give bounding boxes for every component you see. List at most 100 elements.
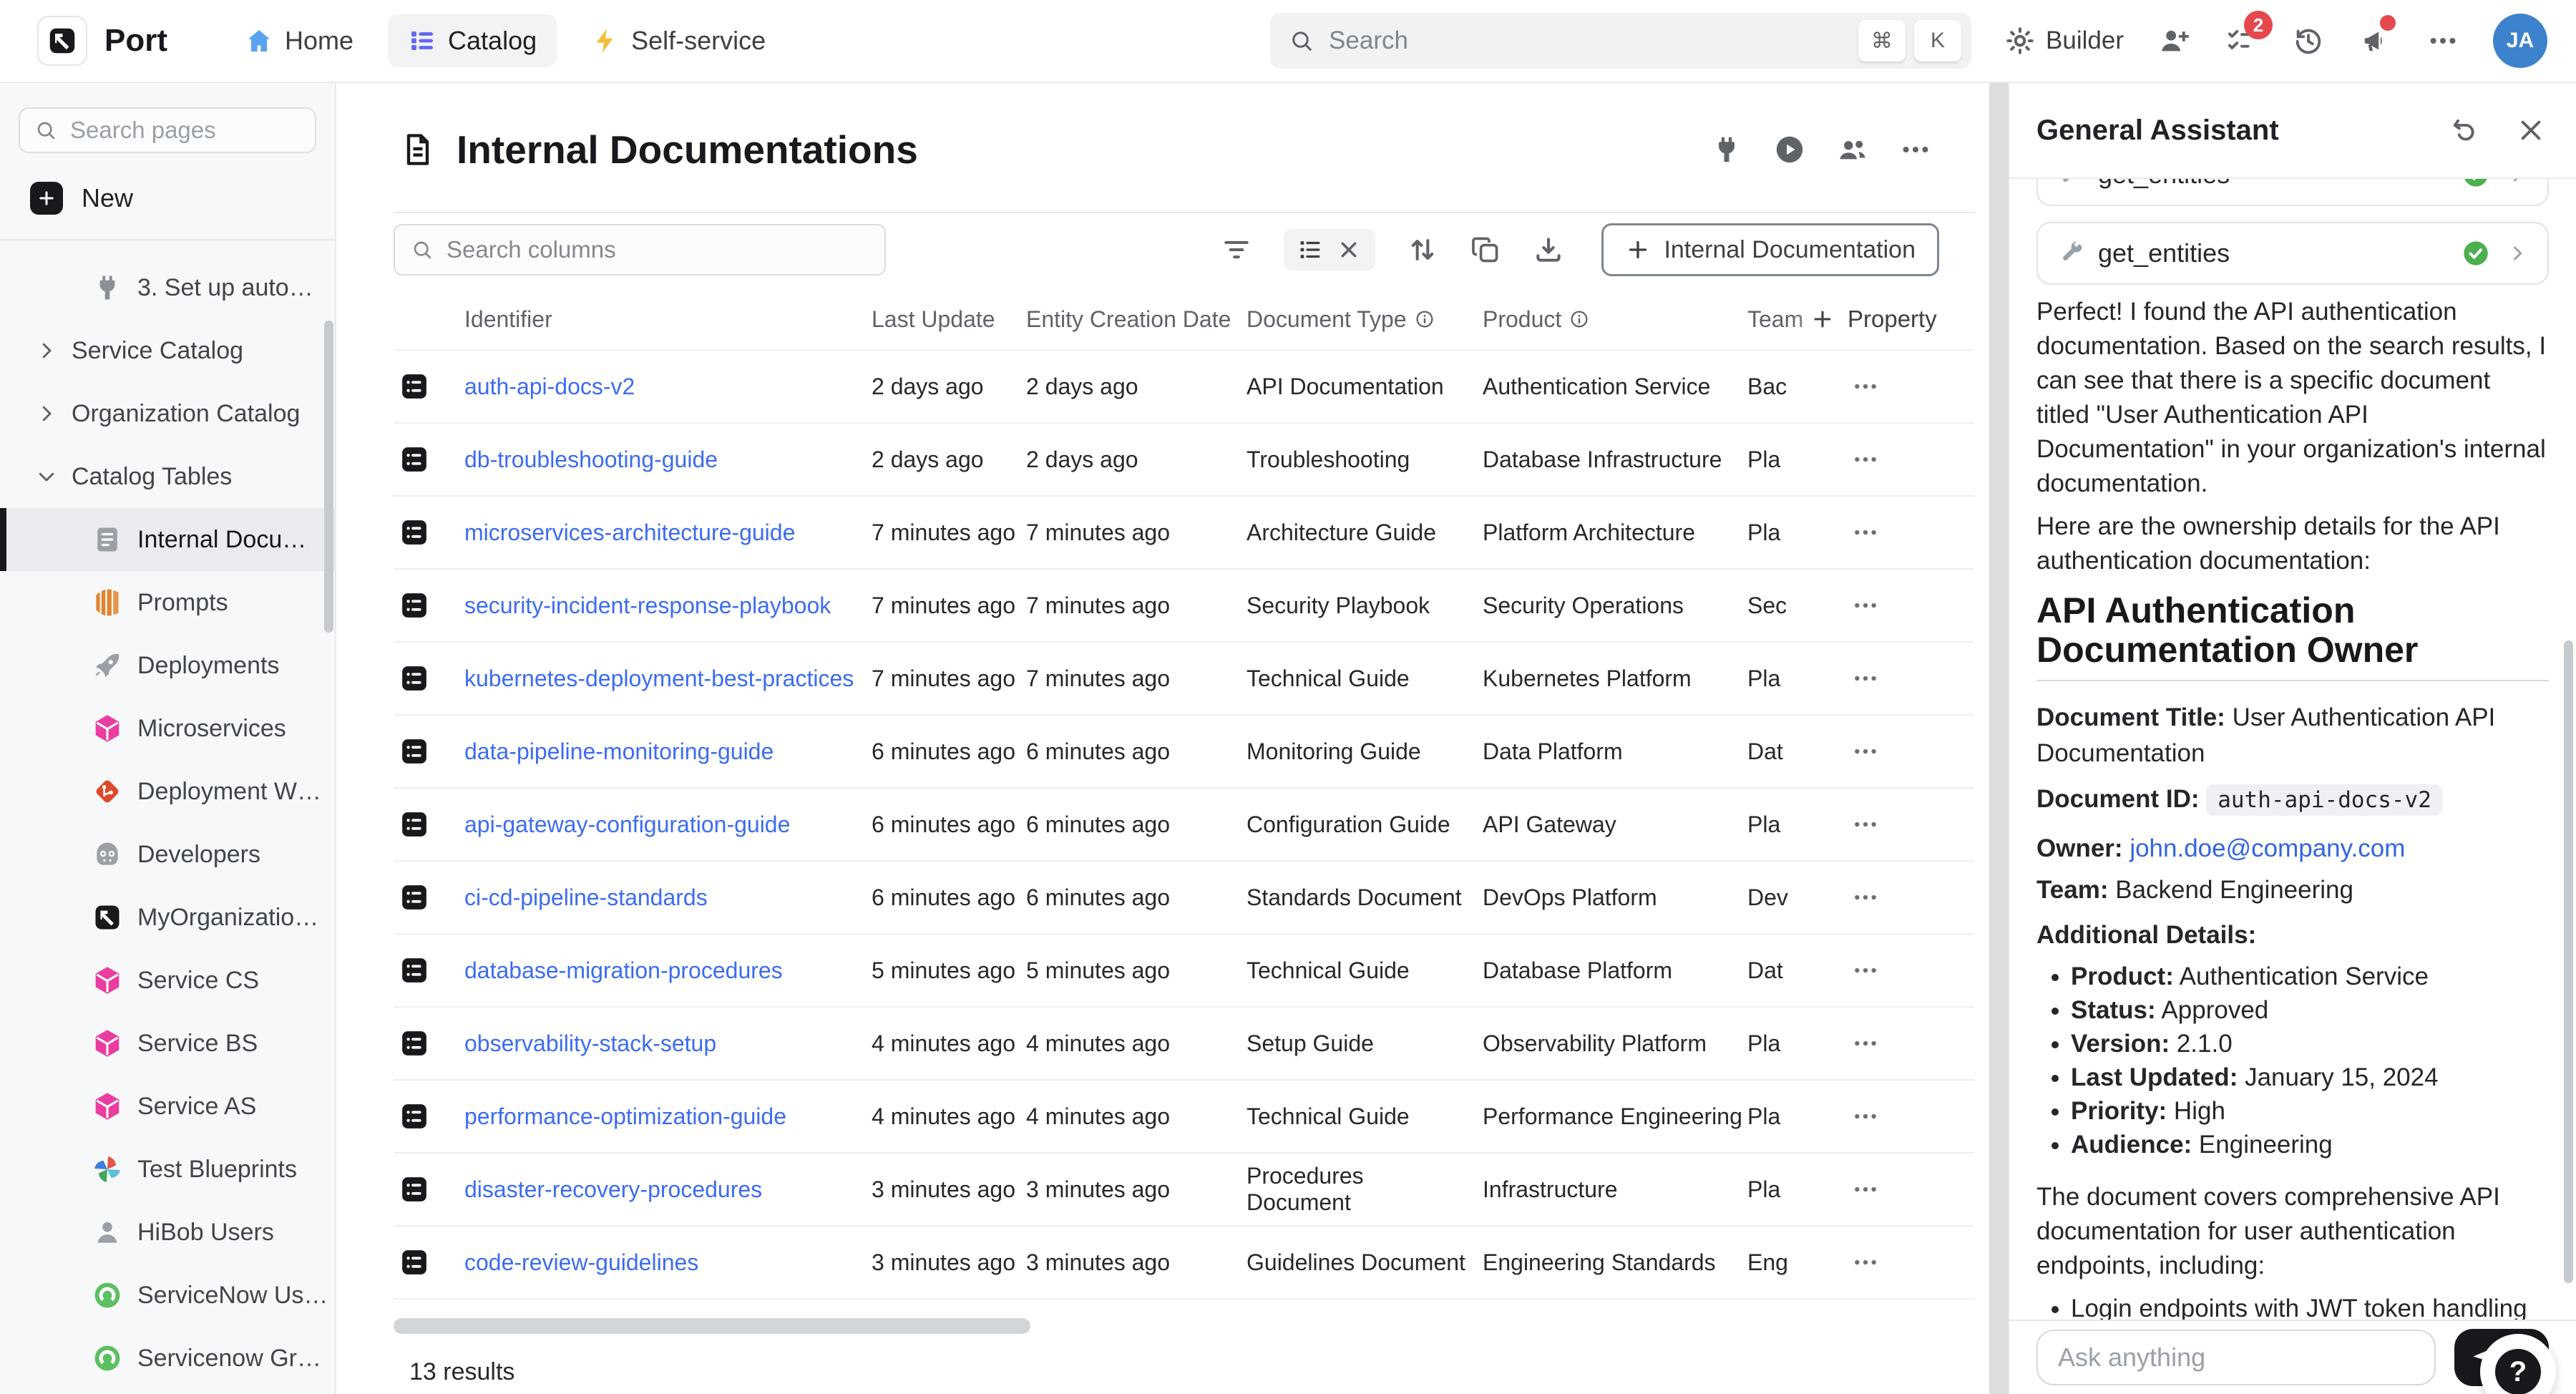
close-icon[interactable] bbox=[2516, 115, 2546, 145]
add-property-button[interactable]: Property bbox=[1810, 306, 1937, 333]
chevron-right-icon[interactable] bbox=[36, 403, 57, 424]
people-icon[interactable] bbox=[1836, 133, 1869, 166]
row-actions-button[interactable] bbox=[1851, 591, 1880, 620]
row-actions-button[interactable] bbox=[1851, 445, 1880, 474]
sidebar-item-deployments[interactable]: Deployments bbox=[0, 634, 335, 697]
filter-icon[interactable] bbox=[1221, 234, 1252, 265]
sidebar-item-servicenow-us-[interactable]: ServiceNow Us… bbox=[0, 1264, 335, 1327]
info-icon[interactable] bbox=[1414, 308, 1435, 330]
search-columns-input[interactable] bbox=[445, 235, 869, 264]
play-circle-icon[interactable] bbox=[1773, 133, 1806, 166]
view-mode-pill[interactable] bbox=[1284, 229, 1375, 270]
global-search[interactable]: ⌘ K bbox=[1270, 13, 1971, 69]
sidebar-item-internal-docu-[interactable]: Internal Docu… bbox=[0, 508, 335, 571]
sidebar-item-service-catalog[interactable]: Service Catalog bbox=[0, 319, 335, 382]
assistant-paragraph: Perfect! I found the API authentication … bbox=[2036, 295, 2549, 501]
sidebar-item-catalog-tables[interactable]: Catalog Tables bbox=[0, 445, 335, 508]
entity-link[interactable]: api-gateway-configuration-guide bbox=[449, 811, 872, 838]
sidebar-item-hibob-users[interactable]: HiBob Users bbox=[0, 1201, 335, 1264]
sidebar-item-service-as[interactable]: Service AS bbox=[0, 1075, 335, 1138]
entity-link[interactable]: performance-optimization-guide bbox=[449, 1103, 872, 1130]
horizontal-scrollbar[interactable] bbox=[394, 1318, 1030, 1334]
owner-email-link[interactable]: john.doe@company.com bbox=[2129, 834, 2405, 862]
more-icon[interactable] bbox=[1899, 133, 1932, 166]
row-actions-button[interactable] bbox=[1851, 956, 1880, 985]
column-header[interactable]: Product bbox=[1473, 306, 1736, 333]
column-header[interactable]: Last Update bbox=[872, 306, 1026, 333]
assistant-scrollbar[interactable] bbox=[2564, 640, 2573, 1283]
more-button[interactable] bbox=[2426, 24, 2460, 58]
sidebar-item-prompts[interactable]: Prompts bbox=[0, 571, 335, 634]
sidebar-search[interactable] bbox=[19, 107, 316, 153]
chevron-right-icon[interactable] bbox=[2507, 179, 2527, 185]
tasks-button[interactable]: 2 bbox=[2224, 24, 2258, 58]
entity-doc-icon bbox=[394, 808, 449, 841]
row-actions-button[interactable] bbox=[1851, 1102, 1880, 1131]
download-icon[interactable] bbox=[1533, 234, 1564, 265]
entity-link[interactable]: auth-api-docs-v2 bbox=[449, 374, 872, 400]
column-header[interactable]: Identifier bbox=[449, 306, 872, 333]
entity-link[interactable]: code-review-guidelines bbox=[449, 1249, 872, 1276]
entity-link[interactable]: database-migration-procedures bbox=[449, 957, 872, 984]
global-search-input[interactable] bbox=[1327, 26, 1850, 56]
sidebar-search-input[interactable] bbox=[69, 116, 301, 145]
entity-link[interactable]: microservices-architecture-guide bbox=[449, 520, 872, 546]
add-entity-button[interactable]: Internal Documentation bbox=[1601, 223, 1939, 276]
tool-call-card[interactable]: get_entities bbox=[2036, 222, 2549, 285]
sidebar-item-service-cs[interactable]: Service CS bbox=[0, 949, 335, 1012]
row-actions-button[interactable] bbox=[1851, 1175, 1880, 1204]
sidebar-item-deployment-w-[interactable]: Deployment W… bbox=[0, 760, 335, 823]
sidebar-item-myorganizatio-[interactable]: MyOrganizatio… bbox=[0, 886, 335, 949]
clear-view-icon[interactable] bbox=[1335, 236, 1362, 263]
entity-link[interactable]: db-troubleshooting-guide bbox=[449, 447, 872, 473]
ask-input[interactable] bbox=[2036, 1330, 2436, 1385]
sidebar-item-microservices[interactable]: Microservices bbox=[0, 697, 335, 760]
sidebar-item-developers[interactable]: Developers bbox=[0, 823, 335, 886]
entity-link[interactable]: ci-cd-pipeline-standards bbox=[449, 884, 872, 911]
tool-call-card[interactable]: get_entities bbox=[2036, 179, 2549, 206]
new-page-button[interactable]: New bbox=[30, 182, 316, 215]
entity-link[interactable]: data-pipeline-monitoring-guide bbox=[449, 739, 872, 765]
column-header[interactable]: Document Type bbox=[1246, 306, 1473, 333]
entity-link[interactable]: kubernetes-deployment-best-practices bbox=[449, 666, 872, 692]
row-actions-button[interactable] bbox=[1851, 518, 1880, 547]
reset-icon[interactable] bbox=[2449, 115, 2479, 145]
sidebar-item-test-blueprints[interactable]: Test Blueprints bbox=[0, 1138, 335, 1201]
row-actions-button[interactable] bbox=[1851, 737, 1880, 766]
announcements-button[interactable] bbox=[2358, 24, 2393, 58]
sort-icon[interactable] bbox=[1407, 234, 1438, 265]
invite-users-button[interactable] bbox=[2157, 24, 2191, 58]
entity-link[interactable]: observability-stack-setup bbox=[449, 1030, 872, 1057]
sidebar-item-service-bs[interactable]: Service BS bbox=[0, 1012, 335, 1075]
info-icon[interactable] bbox=[1568, 308, 1590, 330]
column-header[interactable]: Entity Creation Date bbox=[1026, 306, 1246, 333]
plug-icon[interactable] bbox=[1710, 133, 1743, 166]
row-actions-button[interactable] bbox=[1851, 883, 1880, 912]
sidebar-scrollbar[interactable] bbox=[324, 321, 333, 633]
row-actions-button[interactable] bbox=[1851, 372, 1880, 401]
sidebar-item-servicenow-gr-[interactable]: Servicenow Gr… bbox=[0, 1327, 335, 1390]
nav-item-self-service[interactable]: Self-service bbox=[571, 14, 786, 67]
chevron-down-icon[interactable] bbox=[36, 466, 57, 487]
chevron-right-icon[interactable] bbox=[36, 340, 57, 361]
table-cell: 6 minutes ago bbox=[1026, 739, 1246, 765]
toolbar-actions: Internal Documentation bbox=[1221, 223, 1939, 276]
chevron-right-icon[interactable] bbox=[2507, 243, 2527, 263]
row-actions-button[interactable] bbox=[1851, 664, 1880, 693]
row-actions-button[interactable] bbox=[1851, 810, 1880, 839]
row-actions-button[interactable] bbox=[1851, 1029, 1880, 1058]
builder-button[interactable]: Builder bbox=[2004, 25, 2124, 57]
brand[interactable]: Port bbox=[37, 16, 167, 66]
sidebar-item-3-set-up-auto-[interactable]: 3. Set up auto… bbox=[0, 256, 335, 319]
nav-item-catalog[interactable]: Catalog bbox=[388, 14, 557, 67]
nav-item-home[interactable]: Home bbox=[225, 14, 374, 67]
main-scrollbar-track[interactable] bbox=[1989, 83, 2008, 1394]
user-avatar[interactable]: JA bbox=[2493, 14, 2547, 68]
entity-link[interactable]: security-incident-response-playbook bbox=[449, 593, 872, 619]
entity-link[interactable]: disaster-recovery-procedures bbox=[449, 1176, 872, 1203]
history-button[interactable] bbox=[2291, 24, 2326, 58]
sidebar-item-organization-catalog[interactable]: Organization Catalog bbox=[0, 382, 335, 445]
copy-icon[interactable] bbox=[1470, 234, 1501, 265]
search-columns[interactable] bbox=[394, 224, 886, 276]
row-actions-button[interactable] bbox=[1851, 1248, 1880, 1277]
